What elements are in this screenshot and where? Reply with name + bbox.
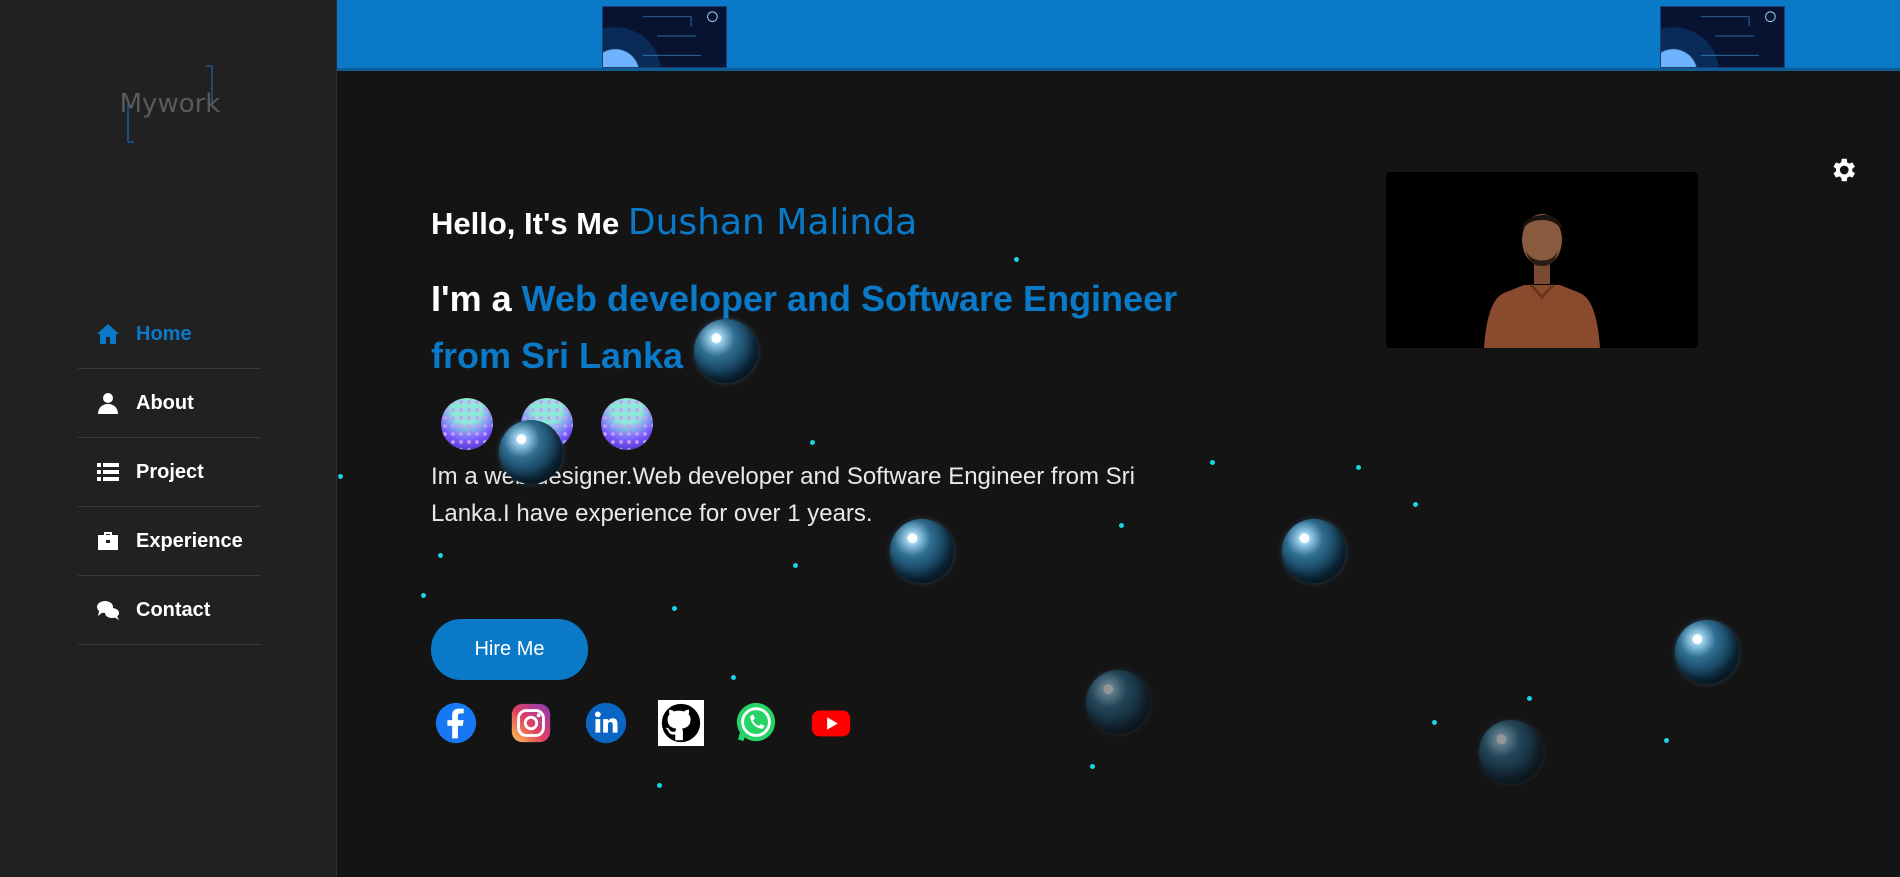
sparkle-dot [731,675,736,680]
role-text: Web developer and Software Engineer from… [431,278,1178,376]
sparkle-dot [1413,502,1418,507]
greeting-text: Hello, It's Me [431,206,628,241]
sparkle-dot [1432,720,1437,725]
sidebar-item-home[interactable]: Home [78,300,260,369]
github-icon[interactable] [656,698,706,748]
sparkle-dot [1014,257,1019,262]
hire-me-button[interactable]: Hire Me [431,619,588,680]
facebook-icon[interactable] [431,698,481,748]
sidebar: Mywork Home About Project Experience Con… [0,0,337,877]
bubble-decoration [499,420,563,484]
sidebar-item-label: Home [136,322,192,345]
role-prefix: I'm a [431,278,522,319]
social-links [431,698,856,748]
sidebar-item-label: About [136,391,194,414]
sidebar-item-contact[interactable]: Contact [78,576,260,645]
banner-image [1660,6,1785,68]
sidebar-item-project[interactable]: Project [78,438,260,507]
sidebar-nav: Home About Project Experience Contact [78,300,260,645]
dot-ball-icon [441,398,493,450]
sparkle-dot [1210,460,1215,465]
hero-name: Dushan Malinda [627,202,918,243]
logo[interactable]: Mywork [120,64,220,144]
dot-ball-icon [601,398,653,450]
bubble-decoration [1479,720,1543,784]
home-icon [94,320,122,348]
linkedin-icon[interactable] [581,698,631,748]
sparkle-dot [657,783,662,788]
top-banner-bar [337,0,1900,71]
whatsapp-icon[interactable] [731,698,781,748]
sparkle-dot [672,606,677,611]
sparkle-dot [421,593,426,598]
bubble-decoration [1282,519,1346,583]
sparkle-dot [1356,465,1361,470]
sparkle-dot [338,474,343,479]
logo-text: Mywork [120,89,220,119]
bubble-decoration [694,319,758,383]
youtube-icon[interactable] [806,698,856,748]
hero-role: I'm a Web developer and Software Enginee… [431,270,1251,384]
banner-image [602,6,727,68]
sparkle-dot [793,563,798,568]
sparkle-dot [438,553,443,558]
sidebar-item-label: Experience [136,529,243,552]
hero-greeting: Hello, It's Me Dushan Malinda [431,202,917,243]
instagram-icon[interactable] [506,698,556,748]
bubble-decoration [890,519,954,583]
gear-icon[interactable] [1828,155,1858,185]
sidebar-item-label: Contact [136,598,211,621]
profile-photo [1386,172,1698,348]
sidebar-item-experience[interactable]: Experience [78,507,260,576]
sidebar-item-label: Project [136,460,204,483]
bubble-decoration [1086,670,1150,734]
sidebar-item-about[interactable]: About [78,369,260,438]
list-icon [94,458,122,486]
chat-icon [94,596,122,624]
sparkle-dot [1664,738,1669,743]
sparkle-dot [1527,696,1532,701]
sparkle-dot [810,440,815,445]
sparkle-dot [1090,764,1095,769]
briefcase-icon [94,527,122,555]
user-icon [94,389,122,417]
bubble-decoration [1675,620,1739,684]
